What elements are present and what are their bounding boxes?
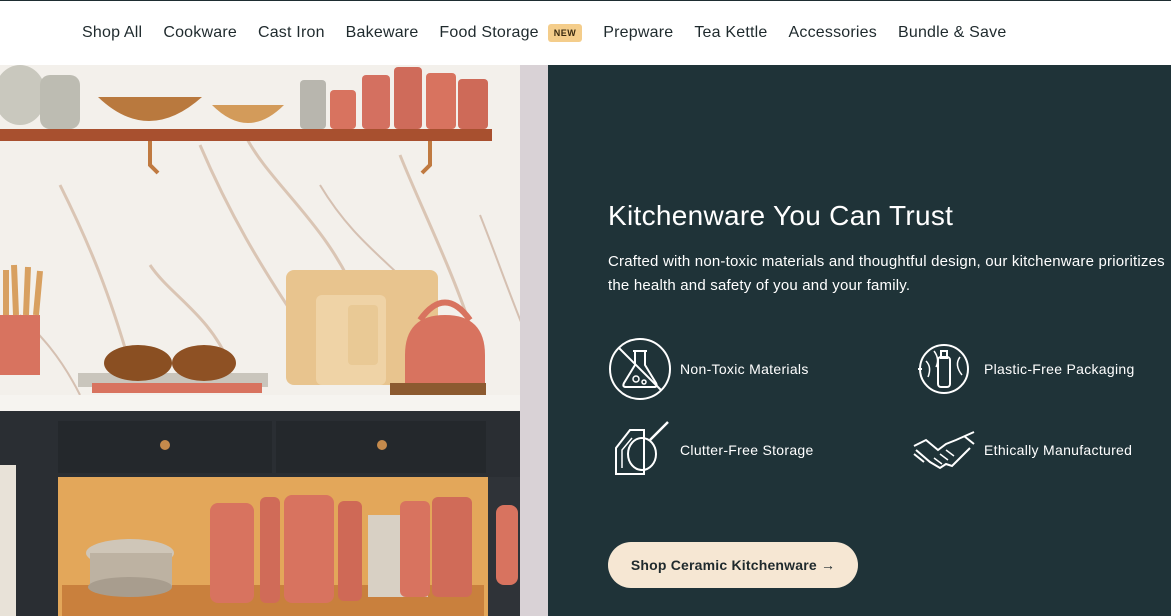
nav-label: Bakeware [345,24,419,41]
globe-bottle-icon [918,344,969,394]
nav-label: Cast Iron [257,24,325,41]
nav-label: Bundle & Save [897,24,1007,41]
new-badge: NEW [547,24,583,42]
nav-label: Tea Kettle [694,24,768,41]
nav-label: Prepware [603,24,674,41]
kitchen-illustration [0,65,548,616]
feature-plastic-free: Plastic-Free Packaging [912,337,1135,401]
kitchen-hero-image [0,65,548,616]
nav-label: Shop All [82,24,143,41]
pan-storage-icon [615,421,669,475]
feature-clutter-free: Clutter-Free Storage [608,418,814,482]
nav-bakeware[interactable]: Bakeware [346,24,419,42]
main-navigation: Shop All Cookware Cast Iron Bakeware Foo… [0,1,1171,65]
feature-label: Clutter-Free Storage [680,442,814,458]
feature-label: Plastic-Free Packaging [984,361,1135,377]
handshake-icon [913,431,975,470]
nav-accessories[interactable]: Accessories [789,24,877,42]
nav-prepware[interactable]: Prepware [603,24,673,42]
feature-label: Non-Toxic Materials [680,361,809,377]
section-description: Crafted with non-toxic materials and tho… [608,253,1165,294]
nav-food-storage[interactable]: Food Storage NEW [439,24,583,42]
feature-label: Ethically Manufactured [984,442,1133,458]
nav-label: Accessories [788,24,877,41]
no-toxic-flask-icon [609,338,671,400]
nav-label: Cookware [163,24,237,41]
feature-ethically-manufactured: Ethically Manufactured [912,418,1132,482]
nav-cast-iron[interactable]: Cast Iron [258,24,325,42]
nav-cookware[interactable]: Cookware [163,24,237,42]
trust-panel: Kitchenware You Can Trust Crafted with n… [548,65,1171,616]
nav-tea-kettle[interactable]: Tea Kettle [694,24,767,42]
nav-label: Food Storage [439,24,539,41]
feature-non-toxic: Non-Toxic Materials [608,337,809,401]
section-title: Kitchenware You Can Trust [608,200,954,231]
nav-shop-all[interactable]: Shop All [82,24,142,42]
shop-ceramic-kitchenware-button[interactable]: Shop Ceramic Kitchenware → [608,542,858,588]
nav-bundle-save[interactable]: Bundle & Save [898,24,1006,42]
